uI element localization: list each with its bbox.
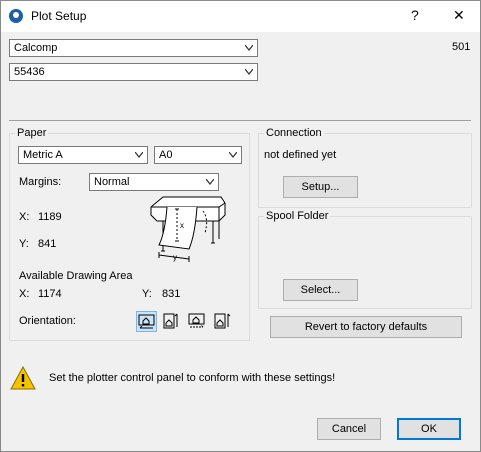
chevron-down-icon (206, 179, 214, 185)
area-x-value: 1174 (38, 288, 62, 300)
plotter-illustration: x y (150, 196, 226, 262)
plotter-number: 501 (452, 41, 471, 53)
paper-standard-value: Metric A (23, 149, 63, 161)
paper-y-label: Y: (19, 238, 29, 250)
plotter-model-dropdown[interactable]: 55436 (9, 63, 258, 81)
margins-dropdown[interactable]: Normal (89, 173, 219, 191)
landscape-orientation-icon (138, 314, 155, 329)
area-y-value: 831 (162, 288, 181, 300)
margins-label: Margins: (19, 176, 62, 188)
close-button[interactable]: ✕ (453, 7, 465, 24)
paper-size-value: A0 (159, 149, 173, 161)
warning-icon (10, 366, 36, 390)
paper-size-dropdown[interactable]: A0 (154, 146, 242, 164)
svg-text:y: y (173, 253, 177, 262)
spool-folder-group-title: Spool Folder (264, 210, 331, 222)
portrait-orientation-icon (163, 313, 178, 329)
landscape-rotated-orientation-icon (188, 313, 205, 328)
app-logo-icon (9, 9, 23, 23)
paper-x-value: 1189 (38, 211, 62, 223)
plotter-dropdown[interactable]: Calcomp (9, 39, 258, 57)
title-bar: Plot Setup ? ✕ (1, 1, 480, 32)
connection-group-title: Connection (264, 127, 324, 139)
orientation-label: Orientation: (19, 315, 76, 327)
separator (9, 120, 471, 121)
setup-button[interactable]: Setup... (283, 176, 358, 198)
connection-status: not defined yet (264, 149, 337, 161)
revert-defaults-button[interactable]: Revert to factory defaults (270, 316, 462, 338)
warning-message: Set the plotter control panel to conform… (49, 372, 336, 384)
ok-button[interactable]: OK (397, 418, 461, 440)
orientation-portrait-option[interactable] (161, 311, 182, 332)
paper-group-title: Paper (15, 127, 49, 139)
margins-value: Normal (94, 176, 130, 188)
plotter-model-value: 55436 (14, 66, 45, 78)
svg-text:x: x (180, 221, 184, 230)
paper-standard-dropdown[interactable]: Metric A (18, 146, 148, 164)
area-y-label: Y: (142, 288, 152, 300)
area-x-label: X: (19, 288, 30, 300)
chevron-down-icon (229, 152, 237, 158)
chevron-down-icon (135, 152, 143, 158)
plot-setup-dialog: Plot Setup ? ✕ Calcomp 501 55436 Paper M… (0, 0, 481, 452)
help-button[interactable]: ? (411, 7, 419, 23)
chevron-down-icon (245, 45, 253, 51)
orientation-portrait-rotated-option[interactable] (212, 311, 233, 332)
plotter-value: Calcomp (14, 42, 58, 54)
cancel-button[interactable]: Cancel (317, 418, 381, 440)
chevron-down-icon (245, 69, 253, 75)
paper-y-value: 841 (38, 238, 57, 250)
select-folder-button[interactable]: Select... (283, 279, 358, 301)
paper-x-label: X: (19, 211, 30, 223)
orientation-landscape-option[interactable] (136, 311, 157, 332)
portrait-rotated-orientation-icon (214, 313, 231, 329)
window-title: Plot Setup (31, 9, 87, 23)
orientation-landscape-rotated-option[interactable] (187, 311, 208, 332)
available-area-title: Available Drawing Area (19, 270, 133, 282)
